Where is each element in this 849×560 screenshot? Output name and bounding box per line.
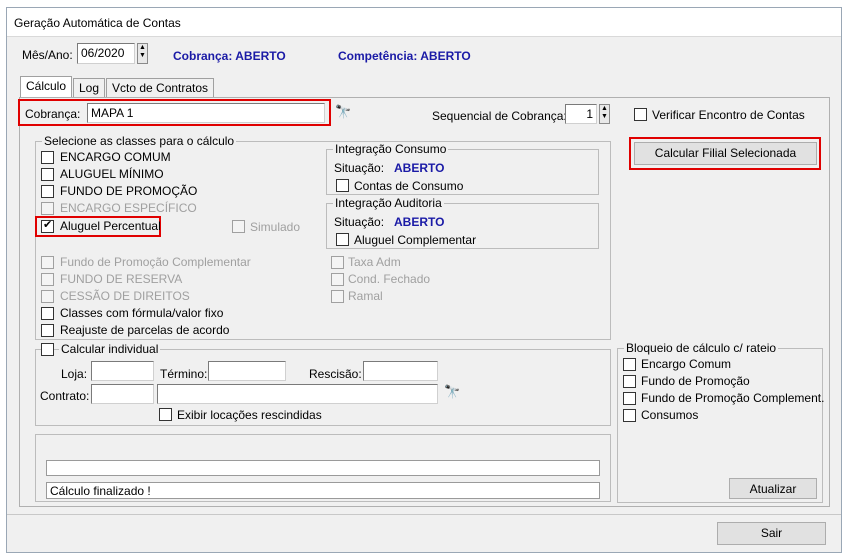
label-encargo-comum: ENCARGO COMUM xyxy=(60,150,171,164)
label-bloq-fundo-complement: Fundo de Promoção Complement. xyxy=(641,391,825,405)
verificar-label: Verificar Encontro de Contas xyxy=(652,108,805,122)
loja-label: Loja: xyxy=(61,367,88,381)
checkbox-ramal[interactable] xyxy=(331,290,344,303)
sequencial-input[interactable]: 1 xyxy=(565,104,597,124)
label-aluguel-percentual: Aluguel Percentual xyxy=(60,219,161,233)
checkbox-bloq-fundo-promocao[interactable] xyxy=(623,375,636,388)
auditoria-situacao-value: ABERTO xyxy=(394,215,445,229)
title-bar: Geração Automática de Contas xyxy=(7,8,841,37)
label-reajuste-parcelas: Reajuste de parcelas de acordo xyxy=(60,323,230,337)
checkbox-cond-fechado[interactable] xyxy=(331,273,344,286)
checkbox-bloq-fundo-complement[interactable] xyxy=(623,392,636,405)
checkbox-fundo-promocao[interactable] xyxy=(41,185,54,198)
label-aluguel-complementar: Aluguel Complementar xyxy=(354,233,477,247)
rescisao-input[interactable] xyxy=(363,361,438,381)
tab-calculo[interactable]: Cálculo xyxy=(20,76,73,98)
integracao-consumo-title: Integração Consumo xyxy=(333,142,449,156)
checkbox-encargo-comum[interactable] xyxy=(41,151,54,164)
tab-log[interactable]: Log xyxy=(73,78,106,97)
label-classes-formula: Classes com fórmula/valor fixo xyxy=(60,306,224,320)
label-encargo-especifico: ENCARGO ESPECÍFICO xyxy=(60,201,197,215)
contrato-code-input[interactable] xyxy=(91,384,154,404)
checkbox-classes-formula[interactable] xyxy=(41,307,54,320)
label-bloq-encargo-comum: Encargo Comum xyxy=(641,357,732,371)
bloqueio-title: Bloqueio de cálculo c/ rateio xyxy=(624,341,779,355)
label-bloq-consumos: Consumos xyxy=(641,408,699,422)
verificar-checkbox[interactable] xyxy=(634,108,647,121)
label-fundo-promocao-complementar: Fundo de Promoção Complementar xyxy=(60,255,251,269)
label-calcular-individual: Calcular individual xyxy=(59,342,161,356)
checkbox-simulado[interactable] xyxy=(232,220,245,233)
label-fundo-promocao: FUNDO DE PROMOÇÃO xyxy=(60,184,198,198)
termino-label: Término: xyxy=(160,367,208,381)
tab-panel-top xyxy=(19,97,830,98)
cobranca-status: Cobrança: ABERTO xyxy=(173,49,286,63)
status-message: Cálculo finalizado ! xyxy=(46,482,600,499)
tab-vcto-contratos[interactable]: Vcto de Contratos xyxy=(106,78,215,97)
cobranca-input[interactable]: MAPA 1 xyxy=(87,103,325,123)
mes-ano-label: Mês/Ano: xyxy=(22,48,73,62)
checkbox-contas-consumo[interactable] xyxy=(336,179,349,192)
label-ramal: Ramal xyxy=(348,289,383,303)
auditoria-situacao-label: Situação: xyxy=(334,215,385,229)
contrato-label: Contrato: xyxy=(40,389,90,403)
checkbox-cessao-direitos[interactable] xyxy=(41,290,54,303)
checkbox-aluguel-complementar[interactable] xyxy=(336,233,349,246)
mes-ano-input[interactable]: 06/2020 xyxy=(77,43,135,64)
sequencial-spinner[interactable]: ▲ ▼ xyxy=(599,104,610,124)
label-cond-fechado: Cond. Fechado xyxy=(348,272,431,286)
classes-group-title: Selecione as classes para o cálculo xyxy=(42,134,237,148)
contrato-name-input[interactable] xyxy=(157,384,438,404)
checkbox-aluguel-percentual[interactable] xyxy=(41,218,54,233)
integracao-auditoria-title: Integração Auditoria xyxy=(333,196,444,210)
window-title: Geração Automática de Contas xyxy=(14,16,181,30)
sequencial-label: Sequencial de Cobrança: xyxy=(432,109,567,123)
termino-input[interactable] xyxy=(208,361,286,381)
progress-bar xyxy=(46,460,600,476)
calcular-filial-button[interactable]: Calcular Filial Selecionada xyxy=(634,142,817,165)
competencia-status: Competência: ABERTO xyxy=(338,49,471,63)
checkbox-encargo-especifico[interactable] xyxy=(41,202,54,215)
checkbox-bloq-consumos[interactable] xyxy=(623,409,636,422)
sair-button[interactable]: Sair xyxy=(717,522,826,545)
checkbox-taxa-adm[interactable] xyxy=(331,256,344,269)
label-exibir-rescindidas: Exibir locações rescindidas xyxy=(177,408,322,422)
checkbox-aluguel-minimo[interactable] xyxy=(41,168,54,181)
loja-input[interactable] xyxy=(91,361,154,381)
atualizar-button[interactable]: Atualizar xyxy=(729,478,817,499)
mes-ano-spinner[interactable]: ▲ ▼ xyxy=(137,43,148,64)
label-bloq-fundo-promocao: Fundo de Promoção xyxy=(641,374,750,388)
label-cessao-direitos: CESSÃO DE DIREITOS xyxy=(60,289,190,303)
consumo-situacao-label: Situação: xyxy=(334,161,385,175)
checkbox-fundo-reserva[interactable] xyxy=(41,273,54,286)
checkbox-bloq-encargo-comum[interactable] xyxy=(623,358,636,371)
binoculars-icon[interactable]: 🔭 xyxy=(335,104,351,120)
consumo-situacao-value: ABERTO xyxy=(394,161,445,175)
label-contas-consumo: Contas de Consumo xyxy=(354,179,464,193)
contrato-binoculars-icon[interactable]: 🔭 xyxy=(444,384,460,400)
checkbox-reajuste-parcelas[interactable] xyxy=(41,324,54,337)
label-taxa-adm: Taxa Adm xyxy=(348,255,401,269)
footer-divider xyxy=(7,514,841,515)
checkbox-fundo-promocao-complementar[interactable] xyxy=(41,256,54,269)
label-aluguel-minimo: ALUGUEL MÍNIMO xyxy=(60,167,164,181)
cobranca-label: Cobrança: xyxy=(25,107,81,121)
label-simulado: Simulado xyxy=(250,220,301,234)
rescisao-label: Rescisão: xyxy=(309,367,362,381)
checkbox-calcular-individual[interactable] xyxy=(41,343,54,356)
checkbox-exibir-rescindidas[interactable] xyxy=(159,408,172,421)
label-fundo-reserva: FUNDO DE RESERVA xyxy=(60,272,183,286)
